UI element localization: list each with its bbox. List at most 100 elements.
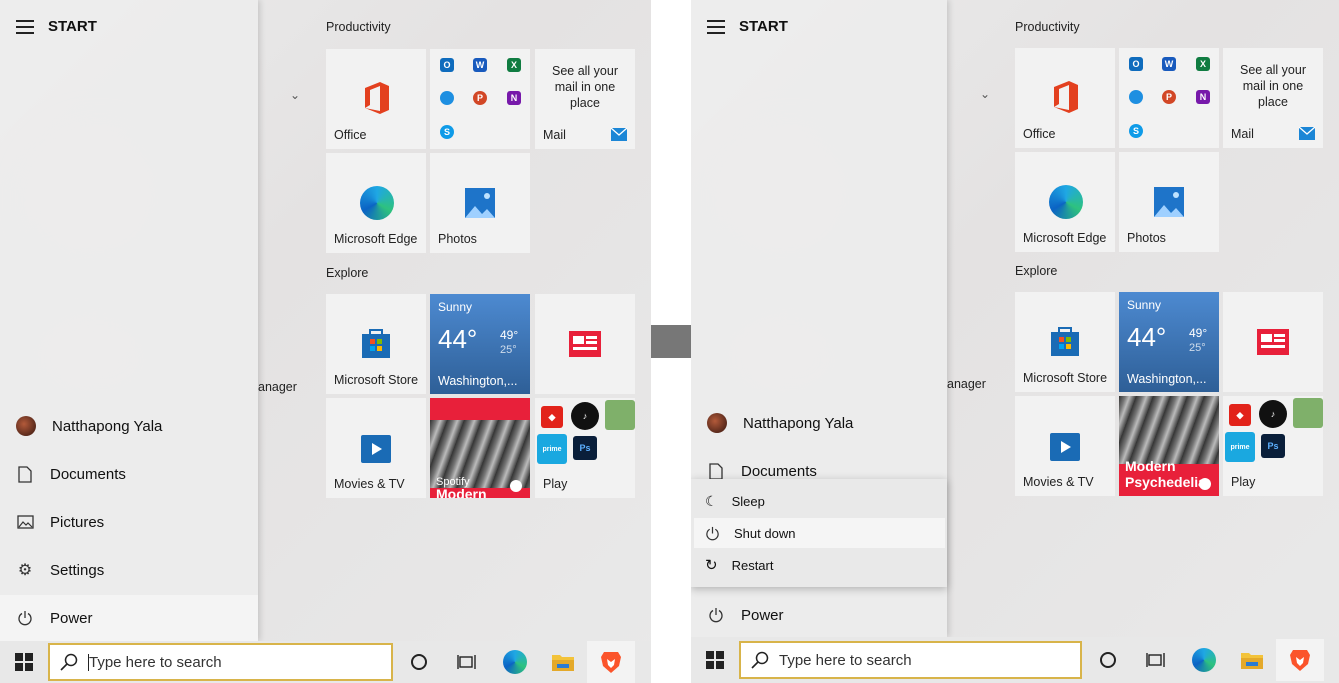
office-icon — [365, 82, 389, 114]
sidebar-item-settings[interactable]: ⚙ Settings — [0, 547, 258, 593]
tile-weather[interactable]: Sunny 44° 49° 25° Washington,... — [430, 294, 530, 394]
search-placeholder: Type here to search — [88, 653, 222, 671]
tile-spotify[interactable]: Modern Psychedelia — [1119, 396, 1219, 496]
windows-start-button[interactable] — [0, 641, 48, 683]
start-menu-left: START Natthapong Yala Documents Pictures… — [0, 0, 651, 683]
task-view-button[interactable] — [1132, 639, 1180, 681]
tile-microsoft-edge[interactable]: Microsoft Edge — [326, 153, 426, 253]
sidebar-item-power[interactable]: Power — [0, 595, 258, 641]
roblox-icon: ◆ — [1229, 404, 1251, 426]
sidebar-item-power[interactable]: Power — [691, 592, 949, 638]
store-icon — [362, 329, 390, 358]
tile-office-apps[interactable]: O W X P N S — [430, 49, 530, 149]
start-title: START — [48, 18, 97, 35]
settings-icon: ⚙ — [17, 562, 33, 579]
tile-mail[interactable]: See all your mail in one place Mail — [535, 49, 635, 149]
mail-tile-text: See all your mail in one place — [551, 64, 618, 110]
skype-icon: S — [1129, 124, 1143, 138]
tile-microsoft-store[interactable]: Microsoft Store — [1015, 292, 1115, 392]
group-title-explore: Explore — [1015, 264, 1058, 278]
power-icon — [707, 606, 725, 624]
tile-movies-tv[interactable]: Movies & TV — [326, 398, 426, 498]
movies-icon — [1050, 433, 1080, 461]
brave-icon — [601, 652, 621, 673]
weather-low: 25° — [500, 344, 517, 356]
windows-icon — [706, 651, 724, 669]
menu-item-sleep[interactable]: ☾ Sleep — [691, 486, 947, 516]
brave-icon — [1290, 650, 1310, 671]
onedrive-icon — [1129, 90, 1143, 104]
tile-office-apps[interactable]: O W X P N S — [1119, 48, 1219, 148]
weather-condition: Sunny — [1127, 298, 1162, 312]
task-view-button[interactable] — [443, 641, 491, 683]
windows-icon — [15, 653, 33, 671]
tile-label: Microsoft Edge — [334, 232, 418, 246]
hamburger-icon[interactable] — [707, 19, 725, 34]
task-view-icon — [457, 655, 476, 669]
tile-photos[interactable]: Photos — [1119, 152, 1219, 252]
brave-button[interactable] — [1276, 639, 1324, 681]
edge-taskbar-button[interactable] — [1180, 639, 1228, 681]
cortana-button[interactable] — [1084, 639, 1132, 681]
weather-city: Washington,... — [1127, 372, 1207, 386]
tile-label: Photos — [438, 232, 477, 246]
hamburger-icon[interactable] — [16, 19, 34, 34]
tile-microsoft-store[interactable]: Microsoft Store — [326, 294, 426, 394]
movies-icon — [361, 435, 391, 463]
tile-label: Microsoft Store — [1023, 371, 1108, 385]
powerpoint-icon: P — [473, 91, 487, 105]
sidebar-item-user[interactable]: Natthapong Yala — [691, 400, 949, 446]
taskbar: Type here to search — [691, 637, 1339, 683]
search-icon — [751, 651, 769, 669]
chevron-down-icon[interactable]: ⌄ — [290, 88, 300, 102]
weather-low: 25° — [1189, 342, 1206, 354]
tile-spotify[interactable]: Modern Spotify — [430, 398, 530, 498]
tile-movies-tv[interactable]: Movies & TV — [1015, 396, 1115, 496]
tile-weather[interactable]: Sunny 44° 49° 25° Washington,... — [1119, 292, 1219, 392]
tile-play[interactable]: ◆ ♪ prime Ps Play — [1223, 396, 1323, 496]
edge-icon — [360, 186, 394, 220]
tile-label: Microsoft Store — [334, 373, 419, 387]
tile-photos[interactable]: Photos — [430, 153, 530, 253]
tile-microsoft-edge[interactable]: Microsoft Edge — [1015, 152, 1115, 252]
file-explorer-button[interactable] — [1228, 639, 1276, 681]
tile-news[interactable] — [535, 294, 635, 394]
sidebar-item-label: Power — [741, 606, 784, 624]
onenote-icon: N — [507, 91, 521, 105]
tile-play[interactable]: ◆ ♪ prime Ps Play — [535, 398, 635, 498]
start-title: START — [739, 18, 788, 35]
mail-icon — [1299, 127, 1315, 140]
menu-item-restart[interactable]: ↻ Restart — [691, 550, 947, 580]
roblox-icon: ◆ — [541, 406, 563, 428]
menu-item-label: Shut down — [734, 525, 796, 541]
tile-office[interactable]: Office — [1015, 48, 1115, 148]
tile-news[interactable] — [1223, 292, 1323, 392]
tile-label: Play — [1231, 475, 1256, 489]
weather-temp: 44° — [438, 324, 478, 354]
spotify-icon — [510, 480, 522, 492]
tile-office[interactable]: Office — [326, 49, 426, 149]
taskbar: Type here to search — [0, 641, 651, 683]
powerpoint-icon: P — [1162, 90, 1176, 104]
menu-item-shutdown[interactable]: Shut down — [694, 518, 945, 548]
chevron-down-icon[interactable]: ⌄ — [980, 87, 990, 101]
photos-icon — [465, 188, 495, 218]
file-explorer-icon — [552, 655, 574, 671]
album-art-image — [1119, 396, 1219, 464]
photos-icon — [1154, 187, 1184, 217]
search-box[interactable]: Type here to search — [739, 641, 1082, 679]
windows-start-button[interactable] — [691, 639, 739, 681]
avatar — [707, 413, 727, 433]
search-box[interactable]: Type here to search — [48, 643, 393, 681]
sidebar-item-pictures[interactable]: Pictures — [0, 499, 258, 545]
sidebar-item-user[interactable]: Natthapong Yala — [0, 403, 258, 449]
office-icon — [1054, 81, 1078, 113]
sidebar-item-documents[interactable]: Documents — [0, 451, 258, 497]
file-explorer-button[interactable] — [539, 641, 587, 683]
edge-taskbar-button[interactable] — [491, 641, 539, 683]
brave-button[interactable] — [587, 641, 635, 683]
cortana-button[interactable] — [395, 641, 443, 683]
prime-video-icon: prime — [537, 434, 567, 464]
tile-mail[interactable]: See all your mail in one place Mail — [1223, 48, 1323, 148]
user-name: Natthapong Yala — [743, 414, 854, 432]
